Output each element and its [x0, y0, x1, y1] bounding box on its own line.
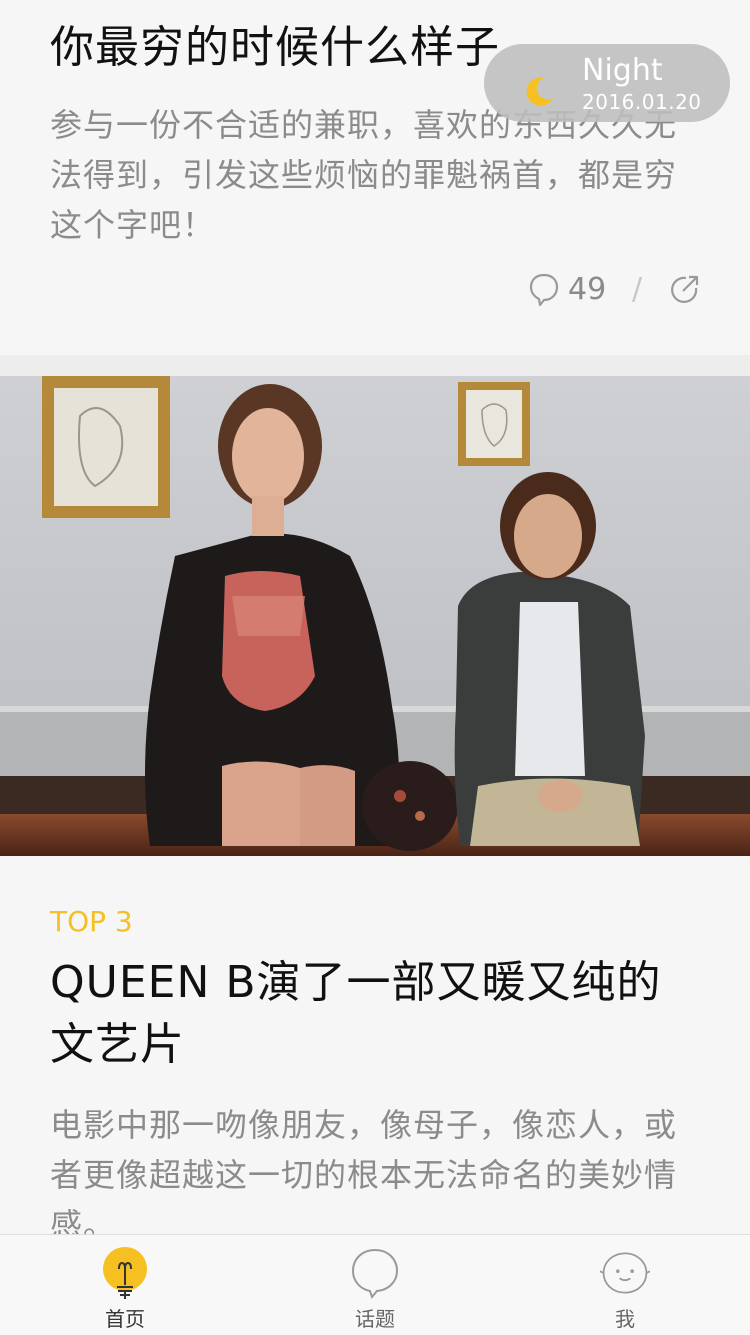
tab-me[interactable]: 我 [500, 1235, 750, 1335]
article-cover-image[interactable] [0, 376, 750, 856]
moon-icon [526, 77, 553, 106]
article-excerpt: 电影中那一吻像朋友，像母子，像恋人，或者更像超越这一切的根本无法命名的美妙情感。 [50, 1106, 678, 1244]
article-actions: 49 / [520, 266, 710, 316]
rank-badge: TOP 3 [50, 905, 133, 938]
tab-topics-label: 话题 [355, 1307, 395, 1331]
tab-me-label: 我 [615, 1307, 635, 1331]
lightbulb-icon [103, 1247, 147, 1299]
tab-home[interactable]: 首页 [0, 1235, 250, 1335]
current-date: 2016.01.20 [582, 90, 702, 114]
speech-bubble-icon [351, 1248, 399, 1299]
bottom-tab-bar: 首页 话题 我 [0, 1234, 750, 1335]
movie-still-illustration [0, 376, 750, 856]
tab-home-label: 首页 [105, 1307, 145, 1331]
card-divider [0, 355, 750, 376]
night-mode-label: Night [582, 53, 663, 88]
comment-icon[interactable] [528, 272, 560, 308]
article-title[interactable]: QUEEN B演了一部又暖又纯的文艺片 [50, 952, 700, 1076]
comment-count: 49 [568, 272, 607, 307]
article-excerpt: 参与一份不合适的兼职，喜欢的东西久久无法得到，引发这些烦恼的罪魁祸首，都是穷这个… [50, 106, 678, 244]
share-icon[interactable] [670, 274, 700, 304]
tab-topics[interactable]: 话题 [250, 1235, 500, 1335]
face-icon [600, 1252, 650, 1294]
actions-separator: / [632, 272, 643, 307]
article-card-2[interactable]: TOP 3 QUEEN B演了一部又暖又纯的文艺片 电影中那一吻像朋友，像母子，… [0, 856, 750, 1244]
night-mode-toggle[interactable]: Night 2016.01.20 [484, 44, 730, 122]
